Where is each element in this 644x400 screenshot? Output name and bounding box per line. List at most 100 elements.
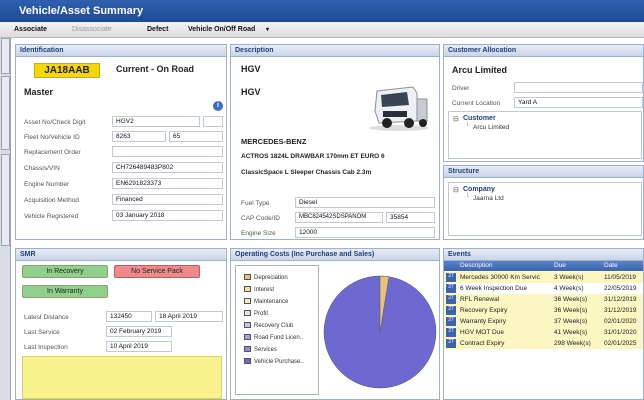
field-label: Chassis/VIN	[24, 165, 60, 172]
table-row[interactable]: 27 Warranty Expiry 37 Week(s) 02/01/2020	[444, 316, 643, 327]
structure-tree[interactable]: ⊟ Company └ Jaarna Ltd	[448, 182, 642, 236]
calendar-icon: 27	[446, 306, 456, 315]
calendar-icon: 27	[446, 295, 456, 304]
tree-connector: └	[465, 123, 470, 129]
in-recovery-button[interactable]: In Recovery	[22, 265, 108, 278]
description-panel: Description HGV HGV MERCEDES-BENZ ACTROS…	[230, 44, 440, 240]
fleet-no-field[interactable]: 8263	[112, 131, 166, 142]
vehicle-model: ACTROS 1824L DRAWBAR 170mm ET EURO 6	[241, 153, 385, 160]
legend-swatch	[244, 298, 251, 304]
defect-button[interactable]: Defect	[147, 26, 168, 33]
description-line-2: HGV	[241, 87, 261, 97]
engine-number-field[interactable]: EN6291823373	[112, 178, 223, 189]
side-tab-1[interactable]	[1, 38, 10, 74]
tree-connector: └	[465, 194, 470, 200]
legend-item: Interest	[244, 286, 274, 293]
table-row[interactable]: 27 Contract Expiry 298 Week(s) 02/01/202…	[444, 338, 643, 349]
identification-header: Identification	[16, 45, 226, 57]
calendar-icon: 27	[446, 339, 456, 348]
vehicle-image	[363, 81, 435, 133]
collapse-icon[interactable]: ⊟	[453, 186, 459, 194]
last-service-field[interactable]: 02 February 2019	[106, 326, 172, 337]
cap-code-field[interactable]: MBC824542SDSPANOM	[295, 212, 383, 223]
replacement-order-field[interactable]	[112, 146, 223, 157]
tree-item-customer[interactable]: Arcu Limited	[473, 124, 509, 131]
legend-item: Depreciation	[244, 274, 288, 281]
current-location-field[interactable]: Yard A	[514, 97, 643, 108]
table-row[interactable]: 27 6 Week Inspection Due 4 Week(s) 22/05…	[444, 283, 643, 294]
no-service-pack-button[interactable]: No Service Pack	[114, 265, 200, 278]
table-row[interactable]: 27 Mercedes 30000 Km Servic 3 Week(s) 11…	[444, 272, 643, 283]
side-tab-3[interactable]	[1, 154, 10, 246]
legend-swatch	[244, 334, 251, 340]
legend-swatch	[244, 358, 251, 364]
in-warranty-button[interactable]: In Warranty	[22, 285, 108, 298]
calendar-icon: 27	[446, 328, 456, 337]
vehicle-on-off-road-button[interactable]: Vehicle On/Off Road	[188, 26, 255, 33]
customer-tree[interactable]: ⊟ Customer └ Arcu Limited	[448, 111, 642, 159]
description-header: Description	[231, 45, 439, 57]
disassociate-button[interactable]: Disassociate	[72, 26, 112, 33]
vehicle-registered-field[interactable]: 03 January 2018	[112, 210, 223, 221]
table-row[interactable]: 27 Recovery Expiry 36 Week(s) 31/12/2019	[444, 305, 643, 316]
tree-root-customer[interactable]: Customer	[463, 115, 496, 122]
driver-field[interactable]	[514, 82, 643, 93]
vehicle-make: MERCEDES-BENZ	[241, 137, 307, 146]
vehicle-category: Master	[24, 87, 54, 97]
field-label: Last Service	[24, 329, 60, 336]
collapse-icon[interactable]: ⊟	[453, 115, 459, 123]
toolbar: Associate Disassociate Defect Vehicle On…	[0, 22, 644, 38]
check-digit-field[interactable]	[203, 116, 223, 127]
description-line-1: HGV	[241, 64, 261, 74]
column-header-due[interactable]: Due	[554, 262, 566, 269]
side-tab-2[interactable]	[1, 76, 10, 150]
window-title: Vehicle/Asset Summary	[19, 5, 144, 17]
table-row[interactable]: 27 HGV MOT Due 41 Week(s) 31/01/2020	[444, 327, 643, 338]
last-inspection-field[interactable]: 10 April 2019	[106, 341, 172, 352]
calendar-icon: 27	[446, 284, 456, 293]
field-label: Vehicle Registered	[24, 213, 79, 220]
vehicle-status: Current - On Road	[116, 64, 194, 74]
tree-item-company[interactable]: Jaarna Ltd	[473, 195, 504, 202]
events-table-header: Description Due Date	[444, 261, 643, 271]
engine-size-field[interactable]: 12000	[295, 227, 435, 238]
legend-swatch	[244, 322, 251, 328]
acquisition-method-field[interactable]: Financed	[112, 194, 223, 205]
smr-header: SMR	[16, 249, 226, 261]
fuel-type-field[interactable]: Diesel	[295, 197, 435, 208]
legend-item: Maintenance	[244, 298, 288, 305]
structure-panel: Structure ⊟ Company └ Jaarna Ltd	[443, 165, 644, 240]
legend-item: Recovery Club	[244, 322, 293, 329]
customer-name: Arcu Limited	[452, 65, 508, 75]
field-label: Fuel Type	[241, 200, 270, 207]
vehicle-id-field[interactable]: 65	[169, 131, 223, 142]
legend-swatch	[244, 274, 251, 280]
field-label: Replacement Order	[24, 149, 81, 156]
info-icon[interactable]: i	[213, 101, 223, 111]
calendar-icon: 27	[446, 317, 456, 326]
calendar-icon: 27	[446, 273, 456, 282]
field-label: Asset No/Check Digit	[24, 119, 86, 126]
legend-swatch	[244, 286, 251, 292]
table-row[interactable]: 27 RFL Renewal 36 Week(s) 31/12/2019	[444, 294, 643, 305]
chassis-vin-field[interactable]: CH726489483P802	[112, 162, 223, 173]
legend-swatch	[244, 346, 251, 352]
associate-button[interactable]: Associate	[14, 26, 47, 33]
cost-pie-chart	[323, 267, 437, 397]
legend-item: Vehicle Purchase..	[244, 358, 304, 365]
asset-no-field[interactable]: HGV2	[112, 116, 200, 127]
latest-distance-field[interactable]: 132450	[106, 311, 152, 322]
field-label: Engine Number	[24, 181, 70, 188]
latest-distance-date-field[interactable]: 18 April 2019	[155, 311, 223, 322]
column-header-date[interactable]: Date	[604, 262, 618, 269]
operating-costs-panel: Operating Costs (Inc Purchase and Sales)…	[230, 248, 440, 400]
column-header-description[interactable]: Description	[460, 262, 493, 269]
tree-root-company[interactable]: Company	[463, 186, 495, 193]
customer-allocation-header: Customer Allocation	[444, 45, 643, 57]
chevron-down-icon[interactable]: ▾	[266, 26, 269, 33]
events-header: Events	[444, 249, 643, 261]
smr-notes[interactable]	[22, 356, 222, 399]
identification-panel: Identification JA18AAB Current - On Road…	[15, 44, 227, 240]
legend-item: Profit	[244, 310, 268, 317]
cap-id-field[interactable]: 35854	[386, 212, 435, 223]
